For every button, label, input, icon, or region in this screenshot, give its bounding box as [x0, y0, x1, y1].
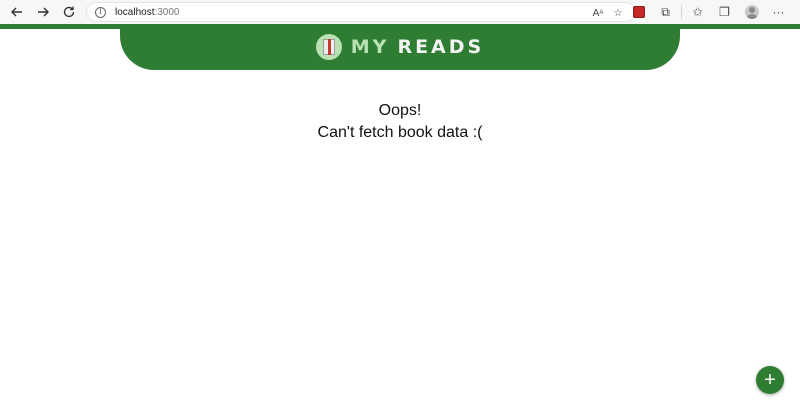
- favorite-star-icon[interactable]: ☆: [611, 6, 625, 20]
- app-title-reads: READS: [397, 36, 485, 58]
- info-icon[interactable]: i: [95, 6, 106, 18]
- arrow-right-icon: [38, 7, 49, 17]
- back-button[interactable]: [4, 0, 30, 24]
- toolbar-separator: [681, 5, 682, 19]
- error-message: Oops! Can't fetch book data :(: [0, 100, 800, 144]
- address-bar[interactable]: i localhost:3000 AA ☆: [86, 2, 636, 22]
- error-detail: Can't fetch book data :(: [317, 124, 483, 141]
- app-title-my: MY: [350, 36, 390, 58]
- app-header: MY READS: [120, 24, 680, 70]
- arrow-left-icon: [11, 7, 22, 17]
- forward-button[interactable]: [30, 0, 56, 24]
- url-host: localhost: [115, 6, 155, 18]
- extension-red-button[interactable]: [625, 0, 652, 24]
- book-logo-icon: [315, 34, 342, 60]
- favorites-list-icon: ✩: [692, 5, 703, 19]
- url-text[interactable]: localhost:3000: [115, 7, 180, 18]
- puzzle-icon: ⧉: [661, 4, 670, 19]
- toolbar-right: ⧉ ✩ ❐ ···: [625, 0, 792, 24]
- extension-red-icon: [632, 6, 645, 18]
- extensions-button[interactable]: ⧉: [652, 0, 679, 24]
- collections-icon: ❐: [719, 5, 730, 19]
- ellipsis-icon: ···: [772, 5, 785, 19]
- avatar: [744, 5, 759, 19]
- plus-icon: +: [764, 369, 776, 391]
- reload-button[interactable]: [56, 0, 82, 24]
- collections-button[interactable]: ❐: [711, 0, 738, 24]
- reload-icon: [63, 6, 75, 18]
- favorites-button[interactable]: ✩: [684, 0, 711, 24]
- more-menu-button[interactable]: ···: [765, 0, 792, 24]
- book-icon: [322, 39, 335, 55]
- read-aloud-icon[interactable]: AA: [591, 6, 605, 20]
- app-title: MY READS: [351, 36, 484, 58]
- add-book-button[interactable]: +: [756, 366, 784, 394]
- error-heading: Oops!: [378, 102, 422, 119]
- profile-button[interactable]: [738, 0, 765, 24]
- browser-toolbar: i localhost:3000 AA ☆ ⧉ ✩ ❐ ···: [0, 0, 800, 24]
- url-port: :3000: [154, 6, 180, 18]
